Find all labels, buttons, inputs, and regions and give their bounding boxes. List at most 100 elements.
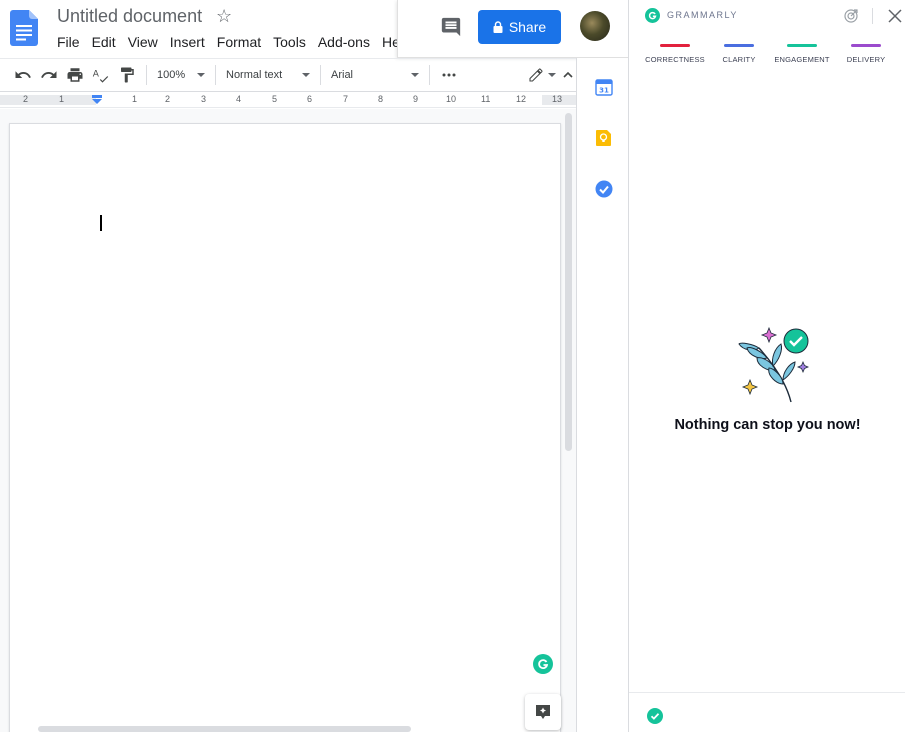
side-panel-apps: 31: [576, 58, 628, 732]
print-icon: [67, 68, 83, 82]
category-label: CLARITY: [722, 55, 756, 64]
grammarly-footer: [629, 692, 905, 732]
tasks-icon[interactable]: [595, 180, 613, 198]
undo-button[interactable]: [10, 62, 36, 88]
calendar-icon[interactable]: 31: [595, 78, 613, 96]
ruler-number: 12: [516, 94, 527, 104]
undo-icon: [15, 71, 31, 78]
formatting-toolbar: A 100% Normal text Arial: [0, 58, 576, 92]
category-bar: [851, 44, 881, 47]
redo-icon: [41, 71, 57, 78]
category-label: CORRECTNESS: [645, 55, 705, 64]
star-icon[interactable]: ☆: [216, 6, 232, 27]
editing-mode-select[interactable]: [524, 62, 560, 88]
caret-down-icon: [197, 73, 205, 77]
toolbar-divider: [215, 65, 216, 85]
branch-celebration-illustration: [738, 326, 809, 403]
ruler-number: 1: [59, 94, 65, 104]
paragraph-style-select[interactable]: Normal text: [222, 62, 314, 88]
category-bar: [724, 44, 754, 47]
paint-format-button[interactable]: [114, 62, 140, 88]
grammarly-sidebar: GRAMMARLY CORRECTNESS CLARITY ENGAGEMENT…: [628, 0, 905, 732]
menu-bar: File Edit View Insert Format Tools Add-o…: [51, 32, 406, 54]
caret-down-icon: [302, 73, 310, 77]
grammarly-title: GRAMMARLY: [667, 10, 738, 20]
header-divider: [872, 8, 873, 24]
share-label: Share: [508, 19, 547, 35]
indent-marker-icon[interactable]: [92, 95, 102, 104]
zoom-value: 100%: [157, 69, 186, 81]
hide-menus-button[interactable]: [560, 62, 576, 88]
menu-insert[interactable]: Insert: [164, 32, 211, 54]
svg-text:31: 31: [599, 87, 609, 95]
category-delivery[interactable]: DELIVERY: [831, 44, 901, 64]
toolbar-divider: [146, 65, 147, 85]
font-select[interactable]: Arial: [327, 62, 423, 88]
chevron-up-icon: [563, 71, 573, 78]
menu-format[interactable]: Format: [211, 32, 267, 54]
document-title[interactable]: Untitled document: [57, 6, 202, 27]
grammarly-floating-icon[interactable]: [533, 654, 553, 674]
close-icon[interactable]: [887, 8, 903, 24]
category-bar: [787, 44, 817, 47]
category-engagement[interactable]: ENGAGEMENT: [767, 44, 837, 64]
paragraph-style-value: Normal text: [226, 69, 283, 81]
svg-text:A: A: [93, 70, 100, 80]
ruler-number: 7: [343, 94, 349, 104]
grammarly-g-icon: [538, 659, 549, 669]
check-icon: [650, 713, 660, 720]
ruler-number: 2: [165, 94, 171, 104]
check-circle-icon: [647, 708, 663, 724]
ruler-number: 8: [378, 94, 384, 104]
caret-down-icon: [548, 73, 556, 77]
google-docs-logo-icon[interactable]: [10, 10, 38, 46]
zoom-select[interactable]: 100%: [153, 62, 209, 88]
ruler-number: 1: [132, 94, 138, 104]
ruler-number: 5: [272, 94, 278, 104]
ruler-number: 4: [236, 94, 242, 104]
more-horizontal-icon: [442, 73, 456, 77]
keep-icon[interactable]: [595, 129, 613, 147]
goals-target-icon[interactable]: [843, 8, 859, 24]
menu-add-ons[interactable]: Add-ons: [312, 32, 376, 54]
ruler-left-margin: [0, 95, 96, 105]
comment-history-icon[interactable]: [440, 16, 462, 38]
menu-file[interactable]: File: [51, 32, 86, 54]
caret-down-icon: [411, 73, 419, 77]
menu-view[interactable]: View: [122, 32, 164, 54]
document-canvas: [0, 109, 576, 732]
category-clarity[interactable]: CLARITY: [704, 44, 774, 64]
ruler-number: 6: [307, 94, 313, 104]
horizontal-scrollbar[interactable]: [38, 726, 411, 732]
menu-edit[interactable]: Edit: [86, 32, 122, 54]
ruler-number: 11: [481, 94, 491, 104]
spellcheck-icon: A: [93, 70, 109, 83]
horizontal-ruler[interactable]: 2 1 1 2 3 4 5 6 7 8 9 10 11 12 13: [0, 93, 576, 108]
lock-icon: [493, 21, 503, 33]
document-page[interactable]: [9, 123, 561, 732]
ruler-number: 3: [201, 94, 207, 104]
category-label: ENGAGEMENT: [774, 55, 830, 64]
menu-tools[interactable]: Tools: [267, 32, 312, 54]
category-bar: [660, 44, 690, 47]
spellcheck-button[interactable]: A: [88, 62, 114, 88]
print-button[interactable]: [62, 62, 88, 88]
grammarly-logo-icon: [645, 8, 660, 23]
share-button[interactable]: Share: [478, 10, 561, 44]
text-cursor: [100, 215, 102, 231]
account-avatar[interactable]: [580, 11, 610, 41]
paint-format-icon: [121, 67, 134, 83]
ruler-number: 9: [413, 94, 419, 104]
category-correctness[interactable]: CORRECTNESS: [640, 44, 710, 64]
explore-icon: [536, 705, 550, 719]
category-label: DELIVERY: [846, 55, 886, 64]
vertical-scrollbar[interactable]: [565, 113, 572, 451]
explore-button[interactable]: [525, 694, 561, 730]
status-message: Nothing can stop you now!: [674, 417, 861, 433]
redo-button[interactable]: [36, 62, 62, 88]
grammarly-g-icon: [648, 11, 657, 20]
ruler-number: 2: [23, 94, 29, 104]
pencil-icon: [529, 68, 543, 82]
ruler-number: 10: [446, 94, 457, 104]
more-options-button[interactable]: [436, 62, 462, 88]
